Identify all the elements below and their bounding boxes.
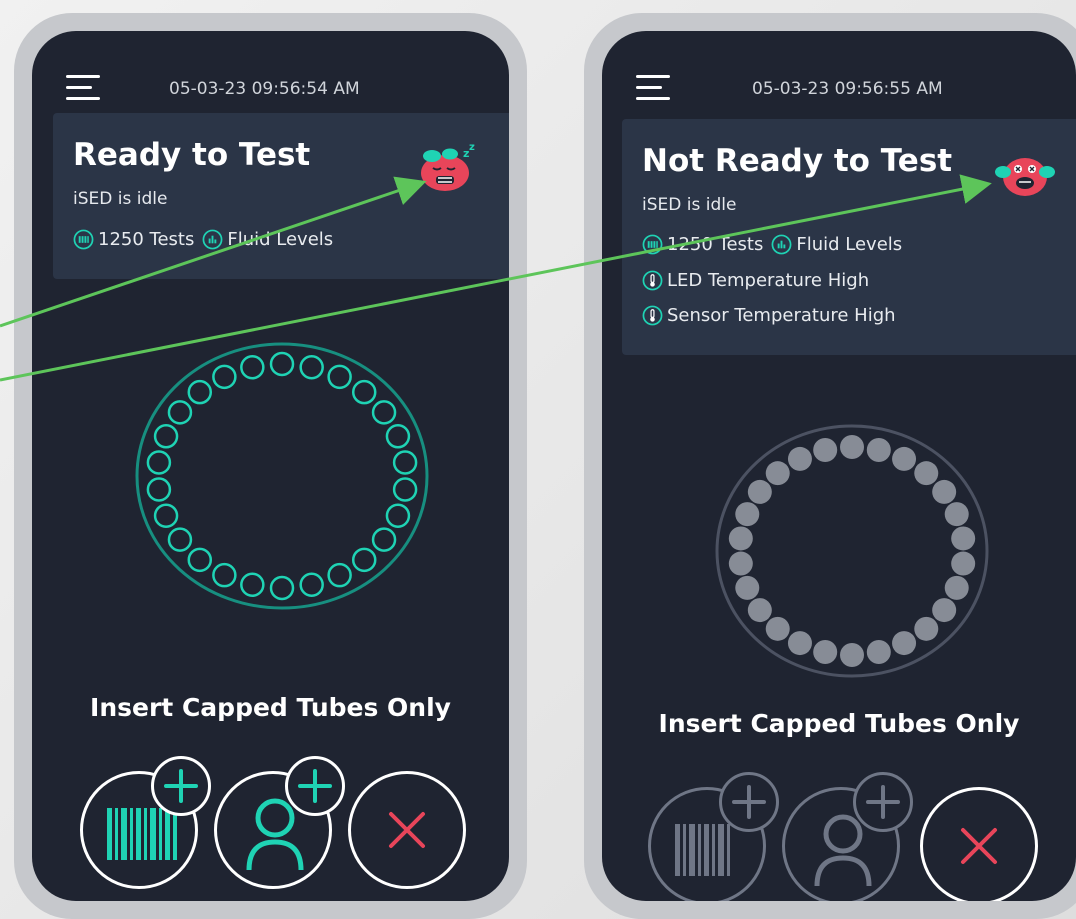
annotation-arrow bbox=[0, 174, 992, 382]
annotation-arrows bbox=[0, 174, 992, 382]
annotation-arrow bbox=[0, 176, 427, 328]
